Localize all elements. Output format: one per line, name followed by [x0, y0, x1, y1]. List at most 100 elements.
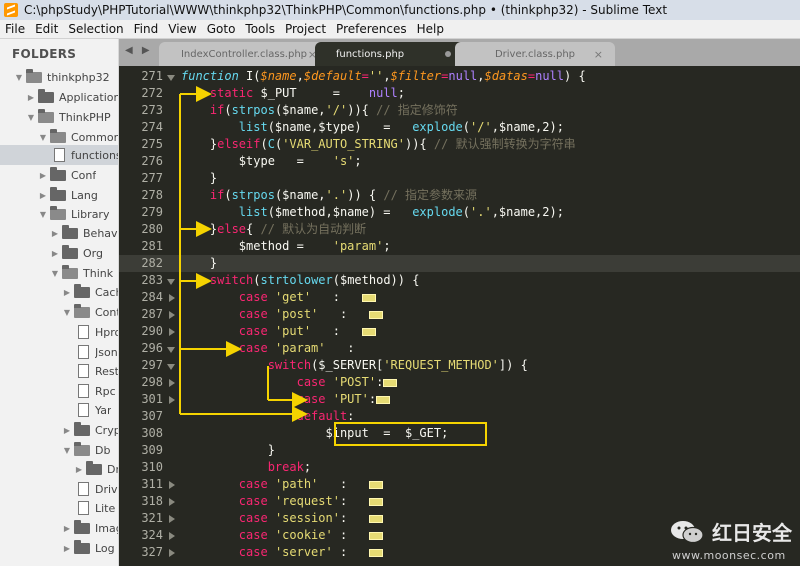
fold-arrow-icon[interactable]	[169, 379, 175, 387]
tree-item-rest[interactable]: Rest	[0, 361, 118, 381]
fold-arrow-icon[interactable]	[169, 481, 175, 489]
tree-item-yar[interactable]: Yar	[0, 400, 118, 420]
menu-file[interactable]: File	[0, 22, 30, 36]
folded-code-marker[interactable]	[383, 378, 398, 387]
code-line-298: 298 case 'POST':	[119, 374, 800, 391]
tab-functions-php[interactable]: functions.php	[315, 42, 465, 66]
fold-arrow-icon[interactable]	[169, 328, 175, 336]
fold-arrow-icon[interactable]	[169, 294, 175, 302]
folded-code-marker[interactable]	[368, 514, 383, 523]
tree-item-json[interactable]: Json	[0, 342, 118, 362]
tree-item-application[interactable]: ▶ Application	[0, 87, 118, 107]
menu-view[interactable]: View	[163, 22, 201, 36]
expanded-arrow-icon[interactable]: ▼	[50, 268, 60, 278]
menu-find[interactable]: Find	[129, 22, 164, 36]
folded-code-marker[interactable]	[368, 480, 383, 489]
code-line-271: 271 function I($name,$default='',$filter…	[119, 68, 800, 85]
expanded-arrow-icon[interactable]: ▼	[26, 112, 36, 122]
tree-item-driver-class[interactable]: Driver.class.php	[0, 479, 118, 499]
code-line-290: 290 case 'put' :	[119, 323, 800, 340]
folded-code-marker[interactable]	[368, 310, 383, 319]
unsaved-dot-icon[interactable]	[445, 51, 451, 57]
folded-code-marker[interactable]	[361, 293, 376, 302]
fold-arrow-icon[interactable]	[167, 279, 175, 285]
tab-driver-class[interactable]: Driver.class.php ×	[455, 42, 615, 66]
tree-item-behavior[interactable]: ▶Behavior	[0, 223, 118, 243]
folded-code-marker[interactable]	[368, 531, 383, 540]
folded-code-marker[interactable]	[376, 395, 391, 404]
folded-code-marker[interactable]	[368, 548, 383, 557]
collapsed-arrow-icon[interactable]: ▶	[74, 464, 84, 474]
expanded-arrow-icon[interactable]: ▼	[62, 307, 72, 317]
tree-item-conf[interactable]: ▶ Conf	[0, 165, 118, 185]
fold-arrow-icon[interactable]	[167, 347, 175, 353]
tree-item-org[interactable]: ▶ Org	[0, 243, 118, 263]
folder-icon	[86, 460, 102, 475]
folded-code-marker[interactable]	[368, 497, 383, 506]
tree-item-library[interactable]: ▼ Library	[0, 204, 118, 224]
menu-preferences[interactable]: Preferences	[331, 22, 412, 36]
menu-selection[interactable]: Selection	[63, 22, 128, 36]
line-number: 311	[141, 477, 163, 491]
menu-tools[interactable]: Tools	[240, 22, 280, 36]
collapsed-arrow-icon[interactable]: ▶	[62, 425, 72, 435]
menu-edit[interactable]: Edit	[30, 22, 63, 36]
folded-code-marker[interactable]	[361, 327, 376, 336]
expanded-arrow-icon[interactable]: ▼	[38, 132, 48, 142]
fold-arrow-icon[interactable]	[167, 75, 175, 81]
fold-arrow-icon[interactable]	[169, 549, 175, 557]
fold-arrow-icon[interactable]	[169, 396, 175, 404]
code-editor[interactable]: 271 function I($name,$default='',$filter…	[119, 66, 800, 566]
collapsed-arrow-icon[interactable]: ▶	[38, 170, 48, 180]
code-line-301: 301 case 'PUT':	[119, 391, 800, 408]
tree-item-driver-folder[interactable]: ▶Driver	[0, 459, 118, 479]
fold-arrow-icon[interactable]	[169, 532, 175, 540]
menu-goto[interactable]: Goto	[202, 22, 241, 36]
tab-nav-arrows[interactable]: ◀ ▶	[125, 45, 153, 56]
collapsed-arrow-icon[interactable]: ▶	[62, 287, 72, 297]
fold-arrow-icon[interactable]	[169, 311, 175, 319]
watermark: 红日安全 www.moonsec.com	[670, 517, 792, 562]
menu-help[interactable]: Help	[412, 22, 449, 36]
tree-item-functions-php[interactable]: functions.php	[0, 145, 118, 165]
collapsed-arrow-icon[interactable]: ▶	[62, 543, 72, 553]
fold-arrow-icon[interactable]	[169, 515, 175, 523]
line-number: 290	[141, 324, 163, 338]
line-number: 276	[141, 154, 163, 168]
collapsed-arrow-icon[interactable]: ▶	[50, 228, 60, 238]
tree-item-rpc[interactable]: Rpc	[0, 381, 118, 401]
tree-item-cache[interactable]: ▶Cache	[0, 282, 118, 302]
line-number: 321	[141, 511, 163, 525]
line-number: 307	[141, 409, 163, 423]
tree-item-lite[interactable]: Lite	[0, 498, 118, 518]
fold-arrow-icon[interactable]	[169, 498, 175, 506]
collapsed-arrow-icon[interactable]: ▶	[38, 190, 48, 200]
menu-project[interactable]: Project	[280, 22, 331, 36]
line-number: 282	[141, 256, 163, 270]
tree-item-crypt[interactable]: ▶Crypt	[0, 420, 118, 440]
line-number: 274	[141, 120, 163, 134]
collapsed-arrow-icon[interactable]: ▶	[26, 92, 36, 102]
collapsed-arrow-icon[interactable]: ▶	[50, 248, 60, 258]
expanded-arrow-icon[interactable]: ▼	[14, 72, 24, 82]
close-icon[interactable]: ×	[594, 48, 603, 61]
tree-item-common[interactable]: ▼ Common	[0, 127, 118, 147]
code-line-318: 318 case 'request':	[119, 493, 800, 510]
fold-arrow-icon[interactable]	[167, 364, 175, 370]
tree-item-image[interactable]: ▶Image	[0, 518, 118, 538]
collapsed-arrow-icon[interactable]: ▶	[62, 523, 72, 533]
tree-item-lang[interactable]: ▶ Lang	[0, 185, 118, 205]
file-icon	[78, 325, 89, 339]
tree-item-controller[interactable]: ▼Controller	[0, 302, 118, 322]
tree-item-hprose[interactable]: Hprose	[0, 322, 118, 342]
tree-item-thinkphp32[interactable]: ▼ thinkphp32	[0, 67, 118, 87]
tab-indexcontroller[interactable]: IndexController.class.php ×	[159, 42, 329, 66]
tree-item-think[interactable]: ▼ Think	[0, 263, 118, 283]
tree-item-log[interactable]: ▶ Log	[0, 538, 118, 558]
expanded-arrow-icon[interactable]: ▼	[38, 209, 48, 219]
tree-item-thinkphp[interactable]: ▼ ThinkPHP	[0, 107, 118, 127]
expanded-arrow-icon[interactable]: ▼	[62, 445, 72, 455]
code-line-282: 282 }	[119, 255, 800, 272]
line-number: 273	[141, 103, 163, 117]
tree-item-db[interactable]: ▼ Db	[0, 440, 118, 460]
